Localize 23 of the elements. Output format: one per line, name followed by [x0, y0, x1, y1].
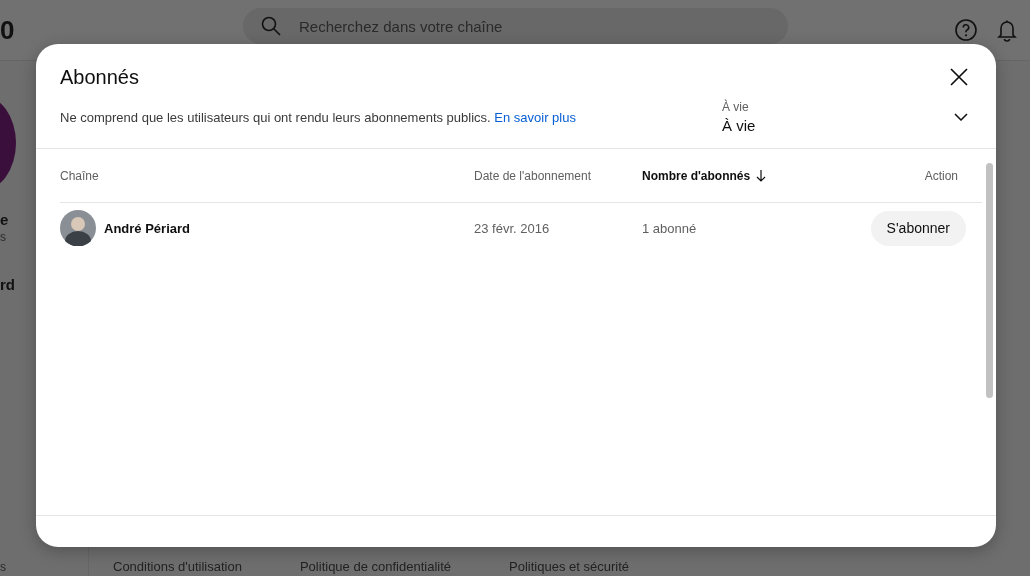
column-header[interactable]: Chaîne — [60, 168, 474, 183]
sidebar-caption: s — [0, 230, 7, 244]
learn-more-link[interactable]: En savoir plus — [494, 109, 576, 125]
description-text: Ne comprend que les utilisateurs qui ont rendu leurs abonnements publics. En savoir plus — [60, 109, 577, 125]
sidebar-title: rd — [0, 276, 16, 293]
sidebar-caption: s — [0, 560, 7, 574]
column-header[interactable]: Nombre d'abonnés — [642, 168, 925, 183]
channel-name[interactable]: André Périard — [104, 220, 190, 236]
column-header[interactable]: Date de l'abonnement — [474, 168, 642, 183]
logo-fragment: 0 — [0, 14, 16, 46]
subscribe-button[interactable]: S'abonner — [870, 210, 966, 246]
subscription-date: 23 févr. 2016 — [474, 220, 551, 236]
period-dropdown[interactable]: À vie À vie — [722, 100, 968, 134]
bell-icon[interactable] — [996, 18, 1018, 42]
search-field[interactable]: Recherchez dans votre chaîne — [243, 8, 788, 44]
sort-arrow-icon — [756, 169, 767, 182]
dialog-title: Abonnés — [60, 65, 139, 89]
subscriber-count: 1 abonné — [642, 220, 698, 236]
chevron-down-icon — [954, 113, 968, 121]
avatar — [60, 210, 96, 246]
column-header[interactable]: Action — [924, 168, 958, 183]
help-icon[interactable] — [954, 18, 978, 42]
sidebar-title: e — [0, 211, 10, 228]
